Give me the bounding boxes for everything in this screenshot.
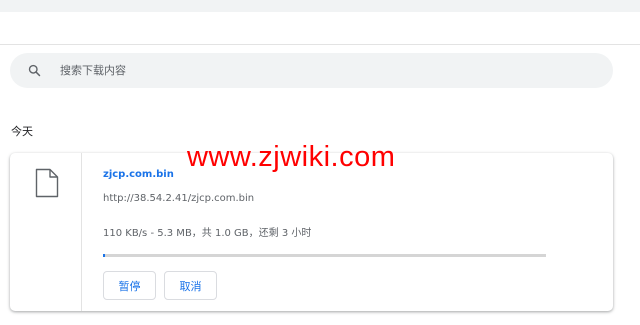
download-item: zjcp.com.bin http://38.54.2.41/zjcp.com.… [10, 153, 613, 311]
search-bar[interactable] [10, 53, 613, 88]
file-icon [35, 168, 59, 198]
top-bar [0, 0, 640, 12]
pause-button[interactable]: 暂停 [103, 271, 156, 300]
toolbar-area [0, 12, 640, 45]
date-header: 今天 [11, 125, 33, 138]
search-input[interactable] [60, 53, 580, 88]
file-name-link[interactable]: zjcp.com.bin [103, 169, 174, 180]
watermark-text: www.zjwiki.com [187, 141, 396, 173]
progress-fill [103, 254, 106, 257]
cancel-button[interactable]: 取消 [164, 271, 217, 300]
progress-bar [103, 254, 546, 257]
file-icon-column [10, 153, 82, 311]
file-url: http://38.54.2.41/zjcp.com.bin [103, 193, 255, 204]
search-icon [28, 64, 41, 77]
download-status: 110 KB/s - 5.3 MB，共 1.0 GB，还剩 3 小时 [103, 228, 312, 239]
